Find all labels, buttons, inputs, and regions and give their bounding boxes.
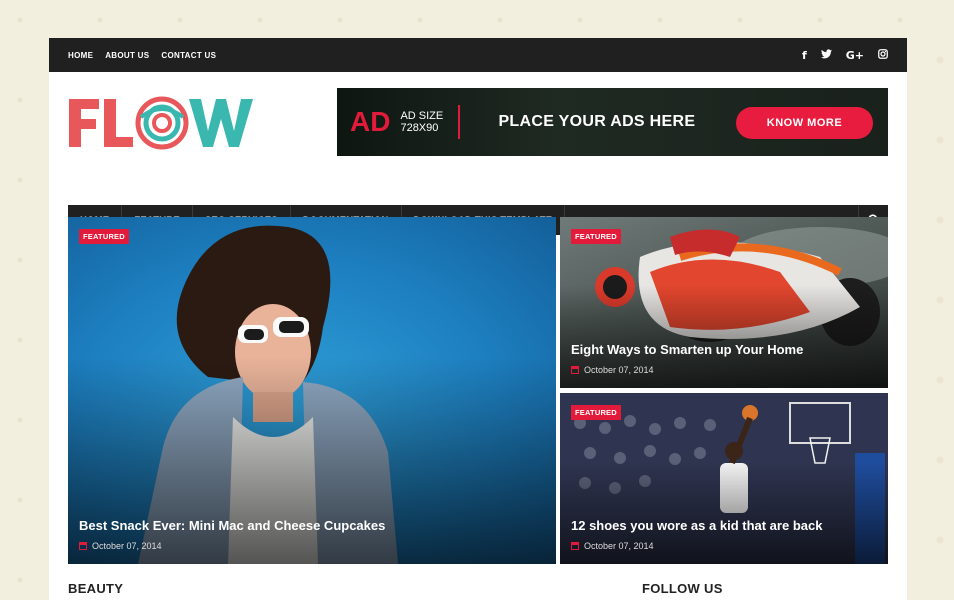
featured-post-moto-date: October 07, 2014 [571, 365, 654, 375]
top-link-home[interactable]: HOME [68, 51, 93, 60]
ad-divider [458, 105, 461, 139]
top-links: HOME ABOUT US CONTACT US [68, 51, 216, 60]
calendar-icon [79, 542, 87, 550]
google-plus-icon[interactable]: G+ [846, 49, 864, 62]
featured-post-basketball[interactable]: FEATURED 12 shoes you wore as a kid that… [560, 393, 888, 564]
top-link-about-us[interactable]: ABOUT US [105, 51, 149, 60]
ad-banner[interactable]: AD AD SIZE 728X90 PLACE YOUR ADS HERE KN… [337, 88, 888, 156]
featured-post-basketball-date: October 07, 2014 [571, 541, 654, 551]
calendar-icon [571, 366, 579, 374]
instagram-icon[interactable] [878, 48, 888, 62]
flow-logo-graphic [69, 96, 253, 150]
ad-label: AD [350, 106, 391, 137]
twitter-icon[interactable] [820, 48, 832, 62]
page-wrapper: HOME ABOUT US CONTACT US f G+ AD AD SIZE… [49, 38, 907, 600]
ad-size-line2: 728X90 [400, 122, 439, 134]
featured-badge[interactable]: FEATURED [79, 229, 129, 244]
top-bar: HOME ABOUT US CONTACT US f G+ [49, 38, 907, 72]
ad-size: AD SIZE 728X90 [400, 110, 448, 134]
calendar-icon [571, 542, 579, 550]
date-text: October 07, 2014 [92, 541, 162, 551]
date-text: October 07, 2014 [584, 365, 654, 375]
section-title-beauty: BEAUTY [68, 581, 124, 596]
featured-post-main[interactable]: FEATURED Best Snack Ever: Mini Mac and C… [68, 217, 556, 564]
know-more-button[interactable]: KNOW MORE [736, 107, 873, 139]
featured-badge[interactable]: FEATURED [571, 229, 621, 244]
top-link-contact-us[interactable]: CONTACT US [161, 51, 216, 60]
featured-post-moto[interactable]: FEATURED Eight Ways to Smarten up Your H… [560, 217, 888, 388]
social-links: f G+ [802, 49, 888, 62]
date-text: October 07, 2014 [584, 541, 654, 551]
facebook-icon[interactable]: f [802, 49, 807, 62]
featured-badge[interactable]: FEATURED [571, 405, 621, 420]
featured-post-moto-title[interactable]: Eight Ways to Smarten up Your Home [571, 342, 803, 357]
section-title-follow-us: FOLLOW US [642, 581, 723, 596]
featured-post-basketball-title[interactable]: 12 shoes you wore as a kid that are back [571, 518, 822, 533]
header: AD AD SIZE 728X90 PLACE YOUR ADS HERE KN… [49, 72, 907, 235]
featured-post-main-date: October 07, 2014 [79, 541, 162, 551]
featured-post-main-title[interactable]: Best Snack Ever: Mini Mac and Cheese Cup… [79, 518, 385, 533]
ad-size-line1: AD SIZE [400, 110, 444, 122]
logo[interactable] [67, 93, 257, 153]
ad-headline: PLACE YOUR ADS HERE [498, 113, 696, 130]
